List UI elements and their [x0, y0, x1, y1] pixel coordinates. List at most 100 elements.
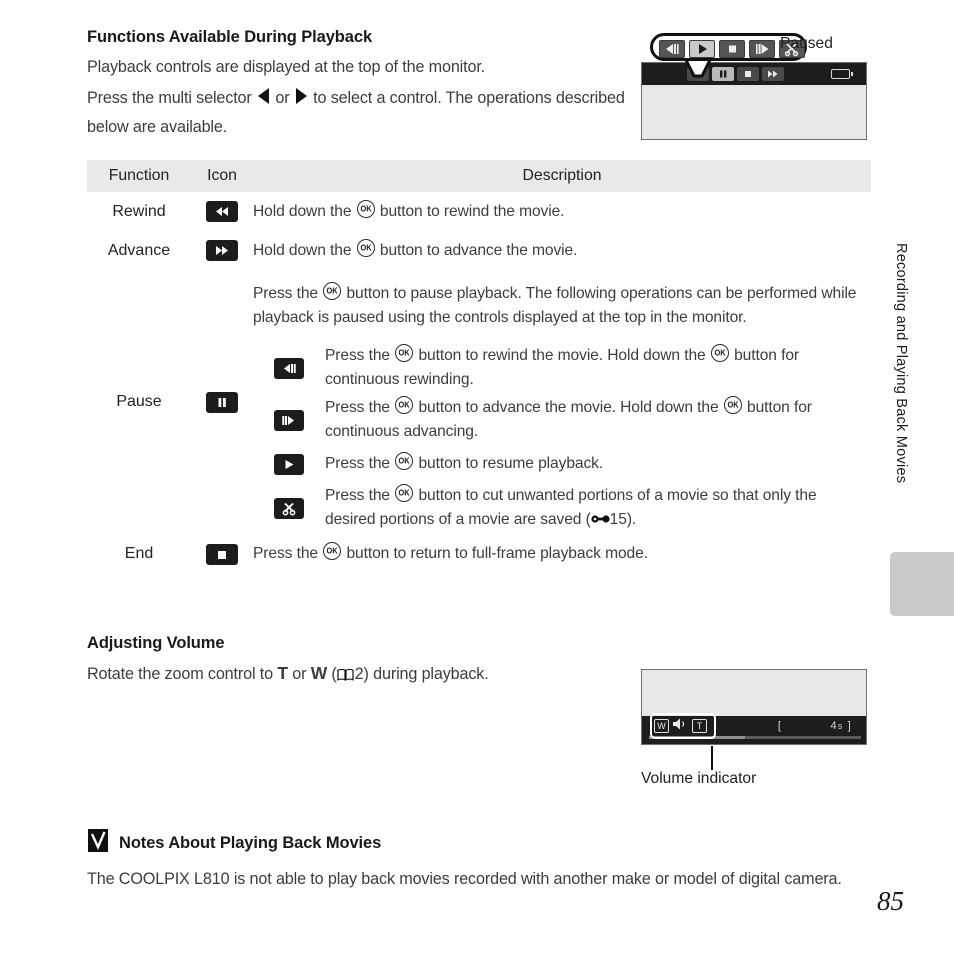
running-header: Recording and Playing Back Movies [893, 243, 909, 484]
volume-para-a: Rotate the zoom control to [87, 665, 273, 683]
cell-function-advance: Advance [107, 241, 171, 259]
cell-icon-advance [191, 231, 253, 270]
subcell-description-scissors: Press the button to cut unwanted portion… [325, 482, 871, 534]
desc-advance-post: button to advance the movie. [379, 241, 578, 259]
cell-icon-pause [191, 270, 253, 534]
desc-rewind-post: button to rewind the movie. [379, 202, 565, 220]
volume-indicator-leader-line [711, 746, 713, 770]
cell-description-end: Press the button to return to full-frame… [253, 534, 871, 574]
caution-checkmark-glyph [88, 829, 108, 852]
desc-rewind-pre: Hold down the [253, 202, 352, 220]
advance-step-glyph [282, 415, 294, 425]
table-row-advance: Advance Hold down the button to advance … [87, 231, 871, 270]
callout-advance-step-icon[interactable] [749, 40, 775, 58]
advance-step-glyph [756, 44, 769, 54]
stop-glyph [745, 71, 751, 77]
advance-glyph [768, 70, 778, 78]
playback-heading: Functions Available During Playback [87, 28, 373, 46]
cell-description-pause: Press the button to pause playback. The … [253, 270, 871, 342]
subcell-icon-advance-step [253, 394, 325, 446]
volume-indicator-highlight-box [650, 713, 716, 739]
cell-icon-end [191, 534, 253, 574]
rewind-step-icon [274, 357, 304, 379]
volume-para-d: ) during playback. [363, 665, 489, 683]
sub-rewind-mid: button to rewind the movie. Hold down th… [418, 347, 706, 364]
desc-end-pre: Press the [253, 545, 318, 562]
callout-stop-icon[interactable] [719, 40, 745, 58]
volume-para-b: or [292, 665, 307, 683]
caution-checkmark-icon [87, 828, 109, 858]
volume-monitor-illustration: [ 4s ] W T [641, 669, 867, 745]
volume-heading: Adjusting Volume [87, 634, 225, 652]
subcell-icon-rewind-step [253, 342, 325, 394]
rewind-step-glyph [284, 363, 296, 373]
subcell-description-rewind-step: Press the button to rewind the movie. Ho… [325, 342, 871, 394]
subcell-icon-play [253, 446, 325, 482]
callout-play-icon[interactable] [689, 40, 715, 58]
header-description: Description [253, 160, 872, 192]
cell-function-pause-label: Pause [116, 393, 162, 410]
ok-button-icon [395, 396, 414, 414]
table-row-pause-intro: Pause Press the button to pause playback… [87, 270, 871, 413]
ok-button-icon [323, 282, 342, 300]
desc-advance-pre: Hold down the [253, 241, 352, 259]
cell-function-pause: Pause [87, 270, 191, 534]
zoom-wide-label: W [310, 663, 328, 683]
page-number: 85 [877, 886, 904, 916]
sub-rewind-pre: Press the [325, 347, 390, 364]
time-bracket-close: ] [847, 720, 852, 732]
volume-indicator-caption: Volume indicator [641, 770, 757, 787]
reference-section-icon [591, 509, 610, 523]
desc-end-post: button to return to full-frame playback … [346, 545, 648, 562]
callout-rewind-step-icon[interactable] [659, 40, 685, 58]
rewind-glyph [216, 207, 228, 216]
stop-icon [206, 543, 238, 565]
time-unit: s [837, 721, 844, 731]
stop-glyph [218, 550, 226, 559]
notes-section: Notes About Playing Back Movies The COOL… [87, 828, 877, 892]
paused-caption: Paused [780, 35, 833, 52]
pause-glyph [218, 397, 226, 407]
scissors-icon [274, 497, 304, 519]
paused-monitor-illustration [641, 62, 867, 140]
rewind-step-glyph [666, 44, 679, 54]
monitor-advance-icon[interactable] [762, 67, 784, 81]
ok-button-icon [356, 199, 375, 218]
subcell-icon-scissors [253, 482, 325, 534]
table-row-rewind: Rewind Hold down the button to rewind th… [87, 192, 871, 231]
volume-paragraph: Rotate the zoom control to T or W ( 2) d… [87, 659, 627, 689]
volume-section: Adjusting Volume Rotate the zoom control… [87, 634, 627, 689]
playback-para2-part-b: or [275, 89, 290, 107]
zoom-tele-label: T [277, 663, 288, 683]
playback-section: Functions Available During Playback Play… [87, 28, 627, 142]
advance-glyph [216, 246, 228, 255]
pause-icon [206, 391, 238, 413]
sub-scissors-post: ). [626, 511, 637, 528]
ok-button-icon [395, 484, 414, 502]
open-book-glyph [337, 668, 354, 681]
sub-play-pre: Press the [325, 455, 390, 472]
notes-heading-row: Notes About Playing Back Movies [87, 828, 877, 858]
subcell-description-advance-step: Press the button to advance the movie. H… [325, 394, 871, 446]
section-thumb-tab [890, 552, 954, 616]
sub-scissors-ref: 15 [609, 511, 627, 528]
monitor-stop-icon[interactable] [737, 67, 759, 81]
sub-play-mid: button to resume playback. [418, 455, 604, 472]
sub-advance-pre: Press the [325, 399, 390, 416]
ok-button-icon [395, 344, 414, 362]
advance-step-icon [274, 409, 304, 431]
playback-paragraph-1: Playback controls are displayed at the t… [87, 58, 486, 76]
playback-para2-part-a: Press the multi selector [87, 89, 252, 107]
volume-time-remaining: [ 4s ] [778, 720, 852, 732]
subcell-description-play: Press the button to resume playback. [325, 446, 871, 482]
battery-icon [831, 69, 853, 79]
notes-heading: Notes About Playing Back Movies [119, 833, 382, 852]
cell-description-rewind: Hold down the button to rewind the movie… [253, 192, 871, 231]
desc-pause-post: button to pause playback. The following … [253, 285, 857, 326]
manual-reference-icon [337, 662, 354, 681]
play-glyph [699, 44, 707, 54]
playback-paragraph-2: Press the multi selector or to select a … [87, 84, 627, 142]
cell-icon-rewind [191, 192, 253, 231]
sub-scissors-pre: Press the [325, 487, 390, 504]
reference-glyph [591, 515, 610, 523]
